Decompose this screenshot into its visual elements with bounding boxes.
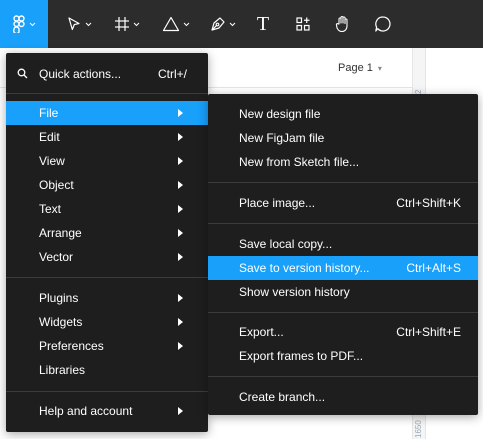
menu-item-text[interactable]: Text (6, 197, 208, 221)
menu-item-label: Vector (39, 250, 74, 264)
menu-item-label: Create branch... (239, 390, 326, 404)
menu-item-label: Place image... (239, 196, 316, 210)
menu-item-label: Object (39, 178, 74, 192)
pen-tool-icon (210, 16, 226, 32)
menu-item-help-and-account[interactable]: Help and account (6, 399, 208, 423)
menu-item-file[interactable]: File (6, 101, 208, 125)
menu-item-shortcut: Ctrl+Shift+K (396, 196, 461, 210)
frame-tool-button[interactable] (108, 0, 146, 48)
main-menu-button[interactable] (0, 0, 48, 48)
menu-item-label: New FigJam file (239, 131, 325, 145)
menu-item-label: Show version history (239, 285, 350, 299)
menu-item-libraries[interactable]: Libraries (6, 358, 208, 382)
figma-menu-icon (12, 15, 26, 33)
menu-item-edit[interactable]: Edit (6, 125, 208, 149)
submenu-arrow-icon (178, 294, 183, 302)
file-submenu: New design file New FigJam file New from… (208, 94, 478, 415)
page-selector[interactable]: Page 1 ▾ (338, 62, 382, 74)
chevron-down-icon (85, 22, 92, 27)
submenu-arrow-icon (178, 157, 183, 165)
chevron-down-icon: ▾ (377, 63, 382, 73)
submenu-arrow-icon (178, 407, 183, 415)
text-tool-icon: T (256, 12, 270, 35)
menu-divider (208, 182, 478, 183)
main-menu: Quick actions... Ctrl+/ File Edit View O… (6, 53, 208, 432)
submenu-arrow-icon (178, 229, 183, 237)
menu-item-label: View (39, 154, 65, 168)
move-tool-button[interactable] (60, 0, 98, 48)
menu-item-label: Save to version history... (239, 261, 370, 275)
export-item[interactable]: Export... Ctrl+Shift+E (208, 320, 478, 344)
save-to-version-history-item[interactable]: Save to version history... Ctrl+Alt+S (208, 256, 478, 280)
create-branch-item[interactable]: Create branch... (208, 385, 478, 409)
menu-item-preferences[interactable]: Preferences (6, 334, 208, 358)
menu-divider (6, 391, 208, 392)
page-label: Page 1 (338, 62, 373, 74)
menu-item-shortcut: Ctrl+Alt+S (406, 261, 461, 275)
new-design-file-item[interactable]: New design file (208, 102, 478, 126)
menu-divider (208, 312, 478, 313)
menu-item-object[interactable]: Object (6, 173, 208, 197)
menu-item-label: Export... (239, 325, 284, 339)
menu-item-label: Libraries (39, 363, 86, 377)
pen-tool-button[interactable] (204, 0, 242, 48)
menu-item-label: Arrange (39, 226, 82, 240)
menu-divider (6, 93, 208, 94)
hand-tool-button[interactable] (330, 0, 356, 48)
comment-icon (374, 15, 392, 33)
ruler-number: 1650 (414, 420, 423, 438)
menu-item-label: Plugins (39, 291, 79, 305)
submenu-arrow-icon (178, 109, 183, 117)
chevron-down-icon (29, 22, 36, 27)
menu-item-label: Text (39, 202, 62, 216)
menu-item-label: Widgets (39, 315, 83, 329)
menu-item-label: File (39, 106, 59, 120)
quick-actions-item[interactable]: Quick actions... Ctrl+/ (6, 62, 208, 86)
submenu-arrow-icon (178, 253, 183, 261)
menu-item-view[interactable]: View (6, 149, 208, 173)
menu-item-label: Save local copy... (239, 237, 333, 251)
menu-item-vector[interactable]: Vector (6, 245, 208, 269)
menu-divider (6, 277, 208, 278)
new-from-sketch-file-item[interactable]: New from Sketch file... (208, 150, 478, 174)
chevron-down-icon (133, 22, 140, 27)
chevron-down-icon (183, 22, 190, 27)
toolbar: T (0, 0, 483, 48)
new-figjam-file-item[interactable]: New FigJam file (208, 126, 478, 150)
menu-item-arrange[interactable]: Arrange (6, 221, 208, 245)
search-icon (17, 68, 28, 82)
resources-icon (295, 16, 311, 32)
menu-item-label: Preferences (39, 339, 104, 353)
save-local-copy-item[interactable]: Save local copy... (208, 232, 478, 256)
export-frames-to-pdf-item[interactable]: Export frames to PDF... (208, 344, 478, 368)
menu-item-label: New design file (239, 107, 321, 121)
menu-item-label: Help and account (39, 404, 133, 418)
menu-divider (208, 223, 478, 224)
comment-button[interactable] (370, 0, 396, 48)
submenu-arrow-icon (178, 181, 183, 189)
hand-tool-icon (334, 15, 352, 33)
menu-item-label: Edit (39, 130, 60, 144)
text-tool-button[interactable]: T (250, 0, 276, 48)
menu-divider (208, 376, 478, 377)
submenu-arrow-icon (178, 342, 183, 350)
move-tool-icon (66, 16, 82, 32)
shape-tool-button[interactable] (156, 0, 196, 48)
menu-item-shortcut: Ctrl+Shift+E (396, 325, 461, 339)
frame-tool-icon (114, 16, 130, 32)
quick-actions-label: Quick actions... (39, 67, 122, 81)
submenu-arrow-icon (178, 318, 183, 326)
menu-item-label: New from Sketch file... (239, 155, 360, 169)
resources-button[interactable] (290, 0, 316, 48)
place-image-item[interactable]: Place image... Ctrl+Shift+K (208, 191, 478, 215)
chevron-down-icon (229, 22, 236, 27)
menu-item-plugins[interactable]: Plugins (6, 286, 208, 310)
menu-item-label: Export frames to PDF... (239, 349, 364, 363)
show-version-history-item[interactable]: Show version history (208, 280, 478, 304)
submenu-arrow-icon (178, 205, 183, 213)
quick-actions-shortcut: Ctrl+/ (158, 67, 188, 81)
shape-tool-icon (162, 16, 180, 32)
submenu-arrow-icon (178, 133, 183, 141)
menu-item-widgets[interactable]: Widgets (6, 310, 208, 334)
